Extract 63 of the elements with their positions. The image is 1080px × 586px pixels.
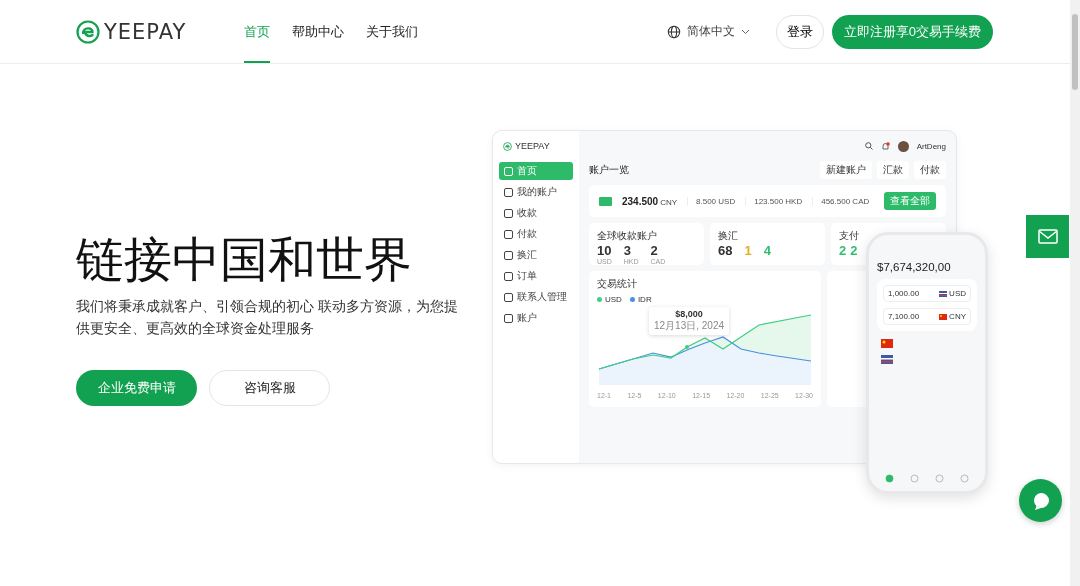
hero-title: 链接中国和世界	[76, 232, 413, 288]
stat-value: 68	[718, 244, 733, 258]
card-title: 支付	[839, 229, 860, 243]
logo-text: YEEPAY	[515, 141, 550, 151]
card-title: 换汇	[718, 229, 739, 243]
stat-value: 3	[623, 244, 632, 258]
card-title: 交易统计	[597, 277, 638, 291]
nav-link[interactable]: 关于我们	[366, 0, 419, 63]
flag-icon	[939, 290, 948, 297]
flag-icon	[881, 339, 893, 348]
action-button[interactable]: 汇款	[877, 161, 909, 179]
sidebar-item[interactable]: 收款	[499, 204, 573, 222]
logo-icon	[503, 141, 512, 151]
action-button[interactable]: 付款	[914, 161, 946, 179]
stat-value: 1	[744, 244, 752, 258]
scrollbar[interactable]	[1070, 0, 1080, 586]
legend-label: USD	[605, 295, 622, 304]
sidebar-item[interactable]: 订单	[499, 267, 573, 285]
phone-balance: $7,674,320,00	[877, 261, 952, 273]
currency-balance: 456.500 CAD	[812, 196, 870, 206]
wallet-icon	[599, 196, 612, 206]
stat-value: 2	[850, 244, 858, 258]
currency-balance: 8.500 USD	[687, 196, 736, 206]
logo-icon	[76, 19, 100, 44]
mail-icon[interactable]	[1037, 229, 1058, 244]
tab-icon[interactable]	[885, 474, 894, 483]
flag-icon	[881, 355, 893, 364]
login-button[interactable]: 登录	[775, 14, 824, 49]
chevron-down-icon[interactable]	[740, 28, 750, 35]
logo-text: YEEPAY	[104, 19, 187, 44]
sidebar-item[interactable]: 付款	[499, 225, 573, 243]
tooltip-value: $8,000	[675, 309, 703, 319]
chat-button[interactable]	[1019, 479, 1062, 522]
flag-icon	[939, 313, 948, 320]
legend-label: IDR	[637, 295, 652, 304]
language-selector[interactable]: 简体中文	[686, 23, 735, 40]
user-name: ArtDeng	[916, 141, 946, 151]
stat-value: 2	[650, 244, 659, 258]
data-point	[685, 345, 689, 349]
sidebar-item[interactable]: 我的账户	[499, 183, 573, 201]
sidebar-item[interactable]: 换汇	[499, 246, 573, 264]
nav-link[interactable]: 首页	[244, 0, 271, 63]
card-title: 全球收款账户	[597, 229, 658, 243]
action-button[interactable]: 新建账户	[820, 161, 872, 179]
search-icon[interactable]	[864, 142, 873, 150]
stat-value: 2	[839, 244, 847, 258]
bell-icon[interactable]	[880, 141, 890, 151]
consult-button[interactable]: 咨询客服	[209, 370, 330, 406]
tooltip-date: 12月13日, 2024	[654, 319, 725, 333]
sidebar-item[interactable]: 账户	[499, 309, 573, 327]
stat-value: 4	[763, 244, 771, 258]
stat-value: 10	[597, 244, 612, 258]
avatar[interactable]	[897, 140, 909, 152]
nav-link[interactable]: 帮助中心	[292, 0, 345, 63]
sidebar-item[interactable]: 联系人管理	[499, 288, 573, 306]
globe-icon[interactable]	[666, 24, 681, 39]
mail-button[interactable]	[1026, 215, 1069, 258]
amount-field[interactable]: 7,100.00 CNY	[883, 308, 971, 325]
hero-description: 我们将秉承成就客户、引领合规的初心 联动多方资源，为您提供更安全、更高效的全球资金处理服务	[76, 298, 459, 338]
amount-field[interactable]: 1,000.00 USD	[883, 285, 971, 302]
balance-amount: 234.500 CNY	[622, 195, 678, 207]
currency-balance: 123.500 HKD	[745, 196, 803, 206]
page-title: 账户一览	[589, 163, 630, 177]
